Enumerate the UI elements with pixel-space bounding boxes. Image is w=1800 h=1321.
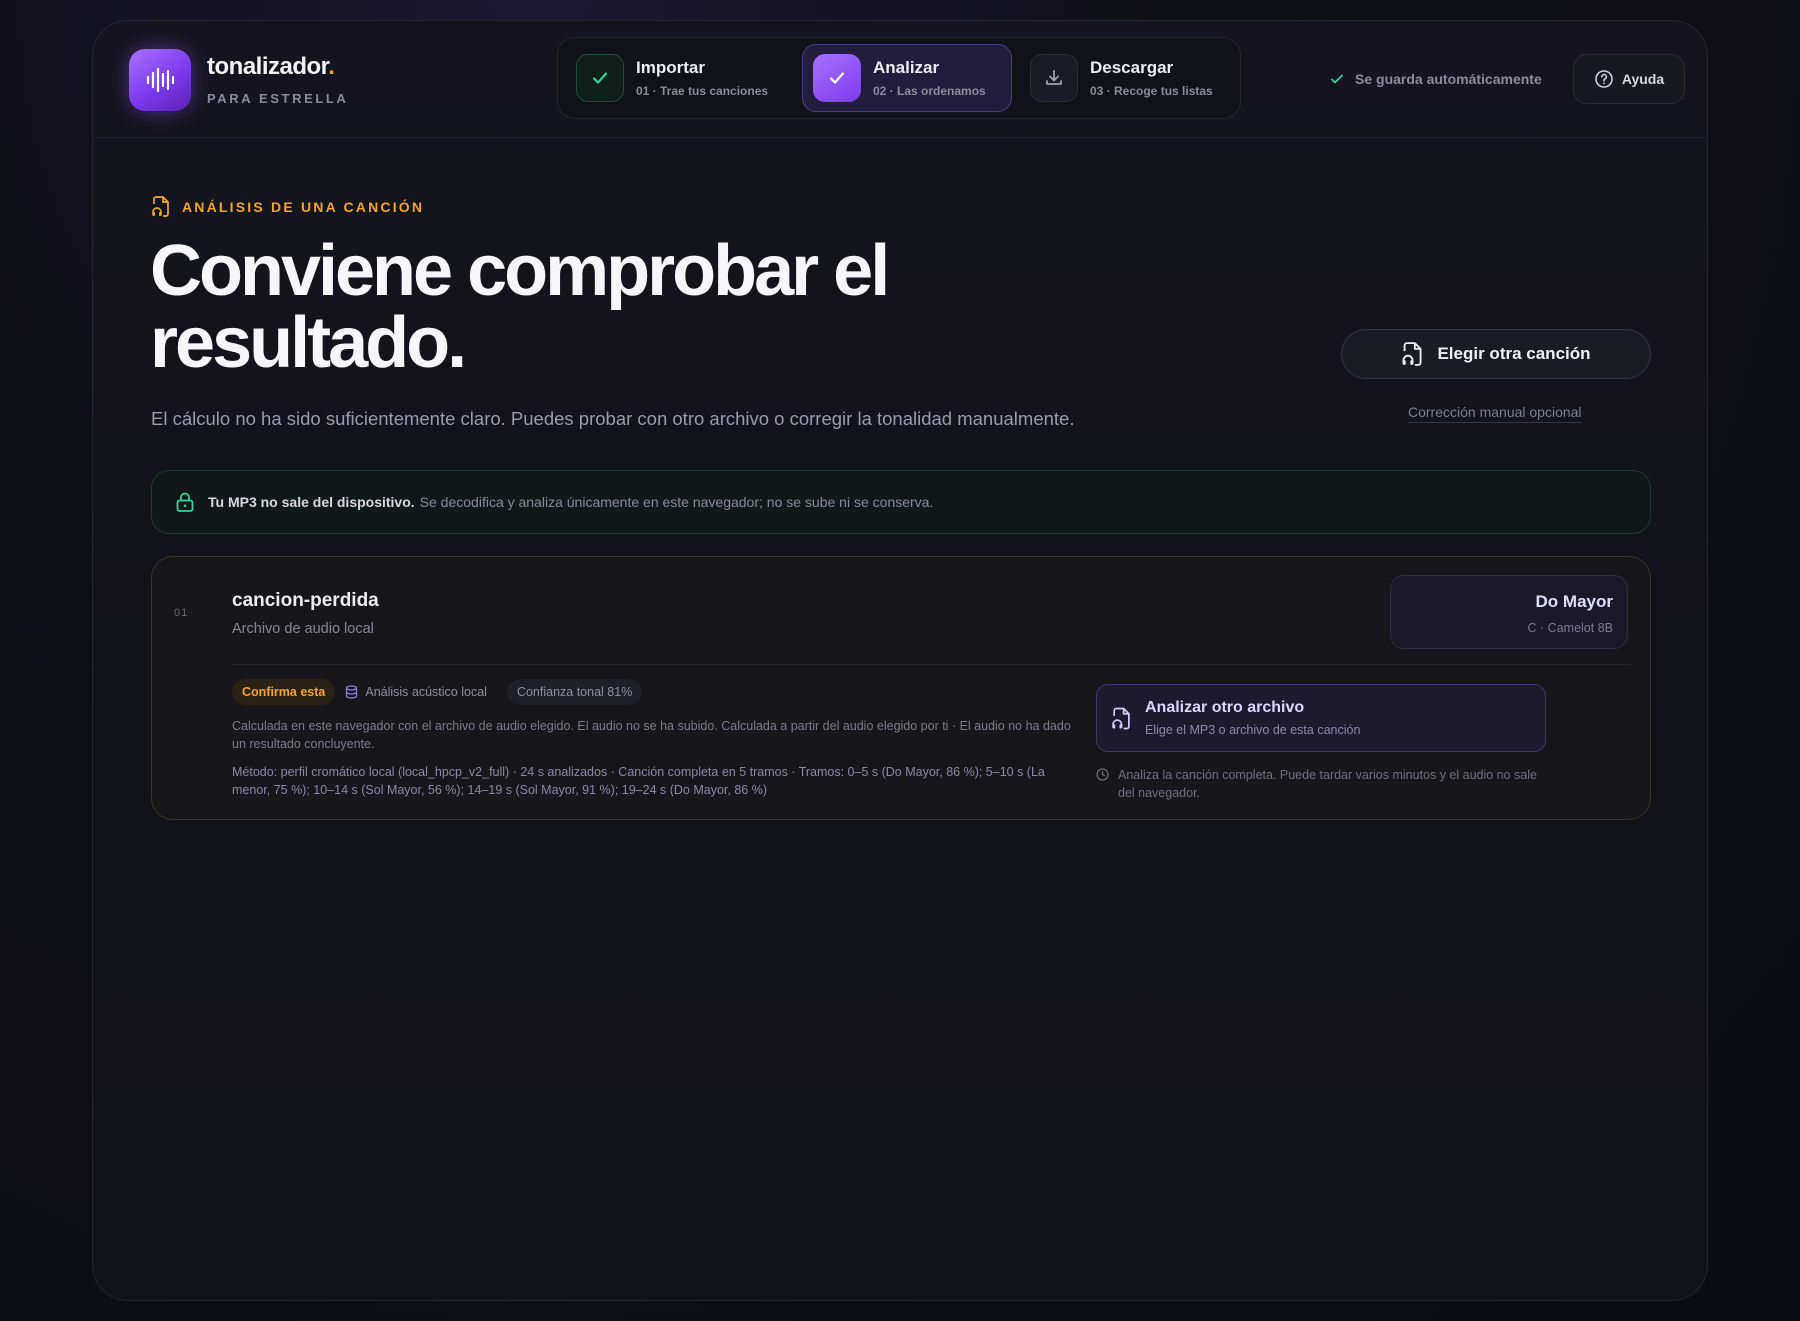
- audio-file-icon: [1112, 707, 1130, 729]
- analysis-note-text: Analiza la canción completa. Puede tarda…: [1118, 768, 1537, 800]
- step-download-status: [1030, 54, 1078, 102]
- confirm-badge: Confirma esta: [232, 679, 336, 705]
- audio-file-icon: [1402, 342, 1422, 366]
- song-detail: Calculada en este navegador con el archi…: [232, 719, 1071, 751]
- song-tags: Confirma esta Análisis acústico local Co…: [232, 679, 652, 705]
- divider: [232, 664, 1630, 665]
- step-import-label: Importar: [636, 58, 705, 77]
- step-analyze-status: [813, 54, 861, 102]
- analyze-another-file-button[interactable]: Analizar otro archivo Elige el MP3 o arc…: [1096, 684, 1546, 752]
- step-download-sub: 03 · Recoge tus listas: [1090, 84, 1213, 98]
- step-import-sub: 01 · Trae tus canciones: [636, 84, 769, 98]
- analyze-another-file-label: Analizar otro archivo: [1145, 699, 1305, 716]
- privacy-title: Tu MP3 no sale del dispositivo.: [208, 494, 415, 510]
- analyze-another-file-sub: Elige el MP3 o archivo de esta canción: [1145, 723, 1361, 737]
- analysis-note: Analiza la canción completa. Puede tarda…: [1096, 766, 1546, 802]
- stepper: Importar 01 · Trae tus canciones Analiza…: [557, 37, 1241, 119]
- step-import-status: [576, 54, 624, 102]
- step-download-label: Descargar: [1090, 58, 1174, 77]
- step-download[interactable]: Descargar 03 · Recoge tus listas: [1020, 44, 1235, 112]
- song-type: Archivo de audio local: [232, 621, 374, 637]
- key-result[interactable]: Do Mayor C · Camelot 8B: [1390, 575, 1628, 649]
- waveform-icon: [146, 67, 175, 93]
- section-eyebrow: ANÁLISIS DE UNA CANCIÓN: [151, 196, 424, 217]
- song-card: 01 cancion-perdida Archivo de audio loca…: [151, 556, 1651, 820]
- privacy-banner: Tu MP3 no sale del dispositivo. Se decod…: [151, 470, 1651, 534]
- page-subtitle: El cálculo no ha sido suficientemente cl…: [151, 408, 1075, 429]
- brand: tonalizador. PARA ESTRELLA: [207, 53, 348, 106]
- brand-subtitle: PARA ESTRELLA: [207, 91, 349, 106]
- check-icon: [592, 72, 608, 84]
- song-number: 01: [174, 607, 189, 619]
- source-tag-label: Análisis acústico local: [365, 685, 487, 699]
- page-title: Conviene comprobar el resultado.: [150, 231, 890, 383]
- confidence-tag: Confianza tonal 81%: [506, 679, 643, 705]
- help-label: Ayuda: [1621, 71, 1665, 87]
- autosave-status: Se guarda automáticamente: [1329, 71, 1542, 87]
- step-analyze[interactable]: Analizar 02 · Las ordenamos: [802, 44, 1012, 112]
- privacy-text: Se decodifica y analiza únicamente en es…: [419, 494, 934, 510]
- clock-icon: [1096, 768, 1109, 781]
- choose-another-song-label: Elegir otra canción: [1437, 344, 1591, 363]
- logo[interactable]: [129, 49, 191, 111]
- key-camelot: C · Camelot 8B: [1527, 621, 1613, 635]
- brand-name: tonalizador.: [207, 53, 335, 80]
- autosave-label: Se guarda automáticamente: [1355, 71, 1542, 87]
- step-analyze-label: Analizar: [873, 58, 940, 77]
- manual-correction-link[interactable]: Corrección manual opcional: [1408, 404, 1582, 423]
- eyebrow-label: ANÁLISIS DE UNA CANCIÓN: [182, 198, 425, 215]
- song-name: cancion-perdida: [232, 590, 379, 611]
- help-button[interactable]: Ayuda: [1573, 54, 1685, 104]
- song-method: Método: perfil cromático local (local_hp…: [232, 765, 1045, 797]
- audio-file-icon: [152, 196, 169, 217]
- check-icon: [829, 72, 845, 84]
- lock-icon: [176, 492, 194, 512]
- database-icon: [346, 685, 358, 699]
- app-window: tonalizador. PARA ESTRELLA Importar 01 ·…: [92, 20, 1708, 1301]
- step-import[interactable]: Importar 01 · Trae tus canciones: [566, 44, 776, 112]
- help-icon: [1595, 70, 1613, 88]
- step-analyze-sub: 02 · Las ordenamos: [873, 84, 986, 98]
- top-bar: tonalizador. PARA ESTRELLA Importar 01 ·…: [93, 21, 1707, 138]
- download-icon: [1046, 70, 1062, 85]
- source-tag: Análisis acústico local: [345, 679, 497, 705]
- key-name: Do Mayor: [1535, 592, 1613, 611]
- choose-another-song-button[interactable]: Elegir otra canción: [1341, 329, 1651, 379]
- check-icon: [1331, 74, 1343, 84]
